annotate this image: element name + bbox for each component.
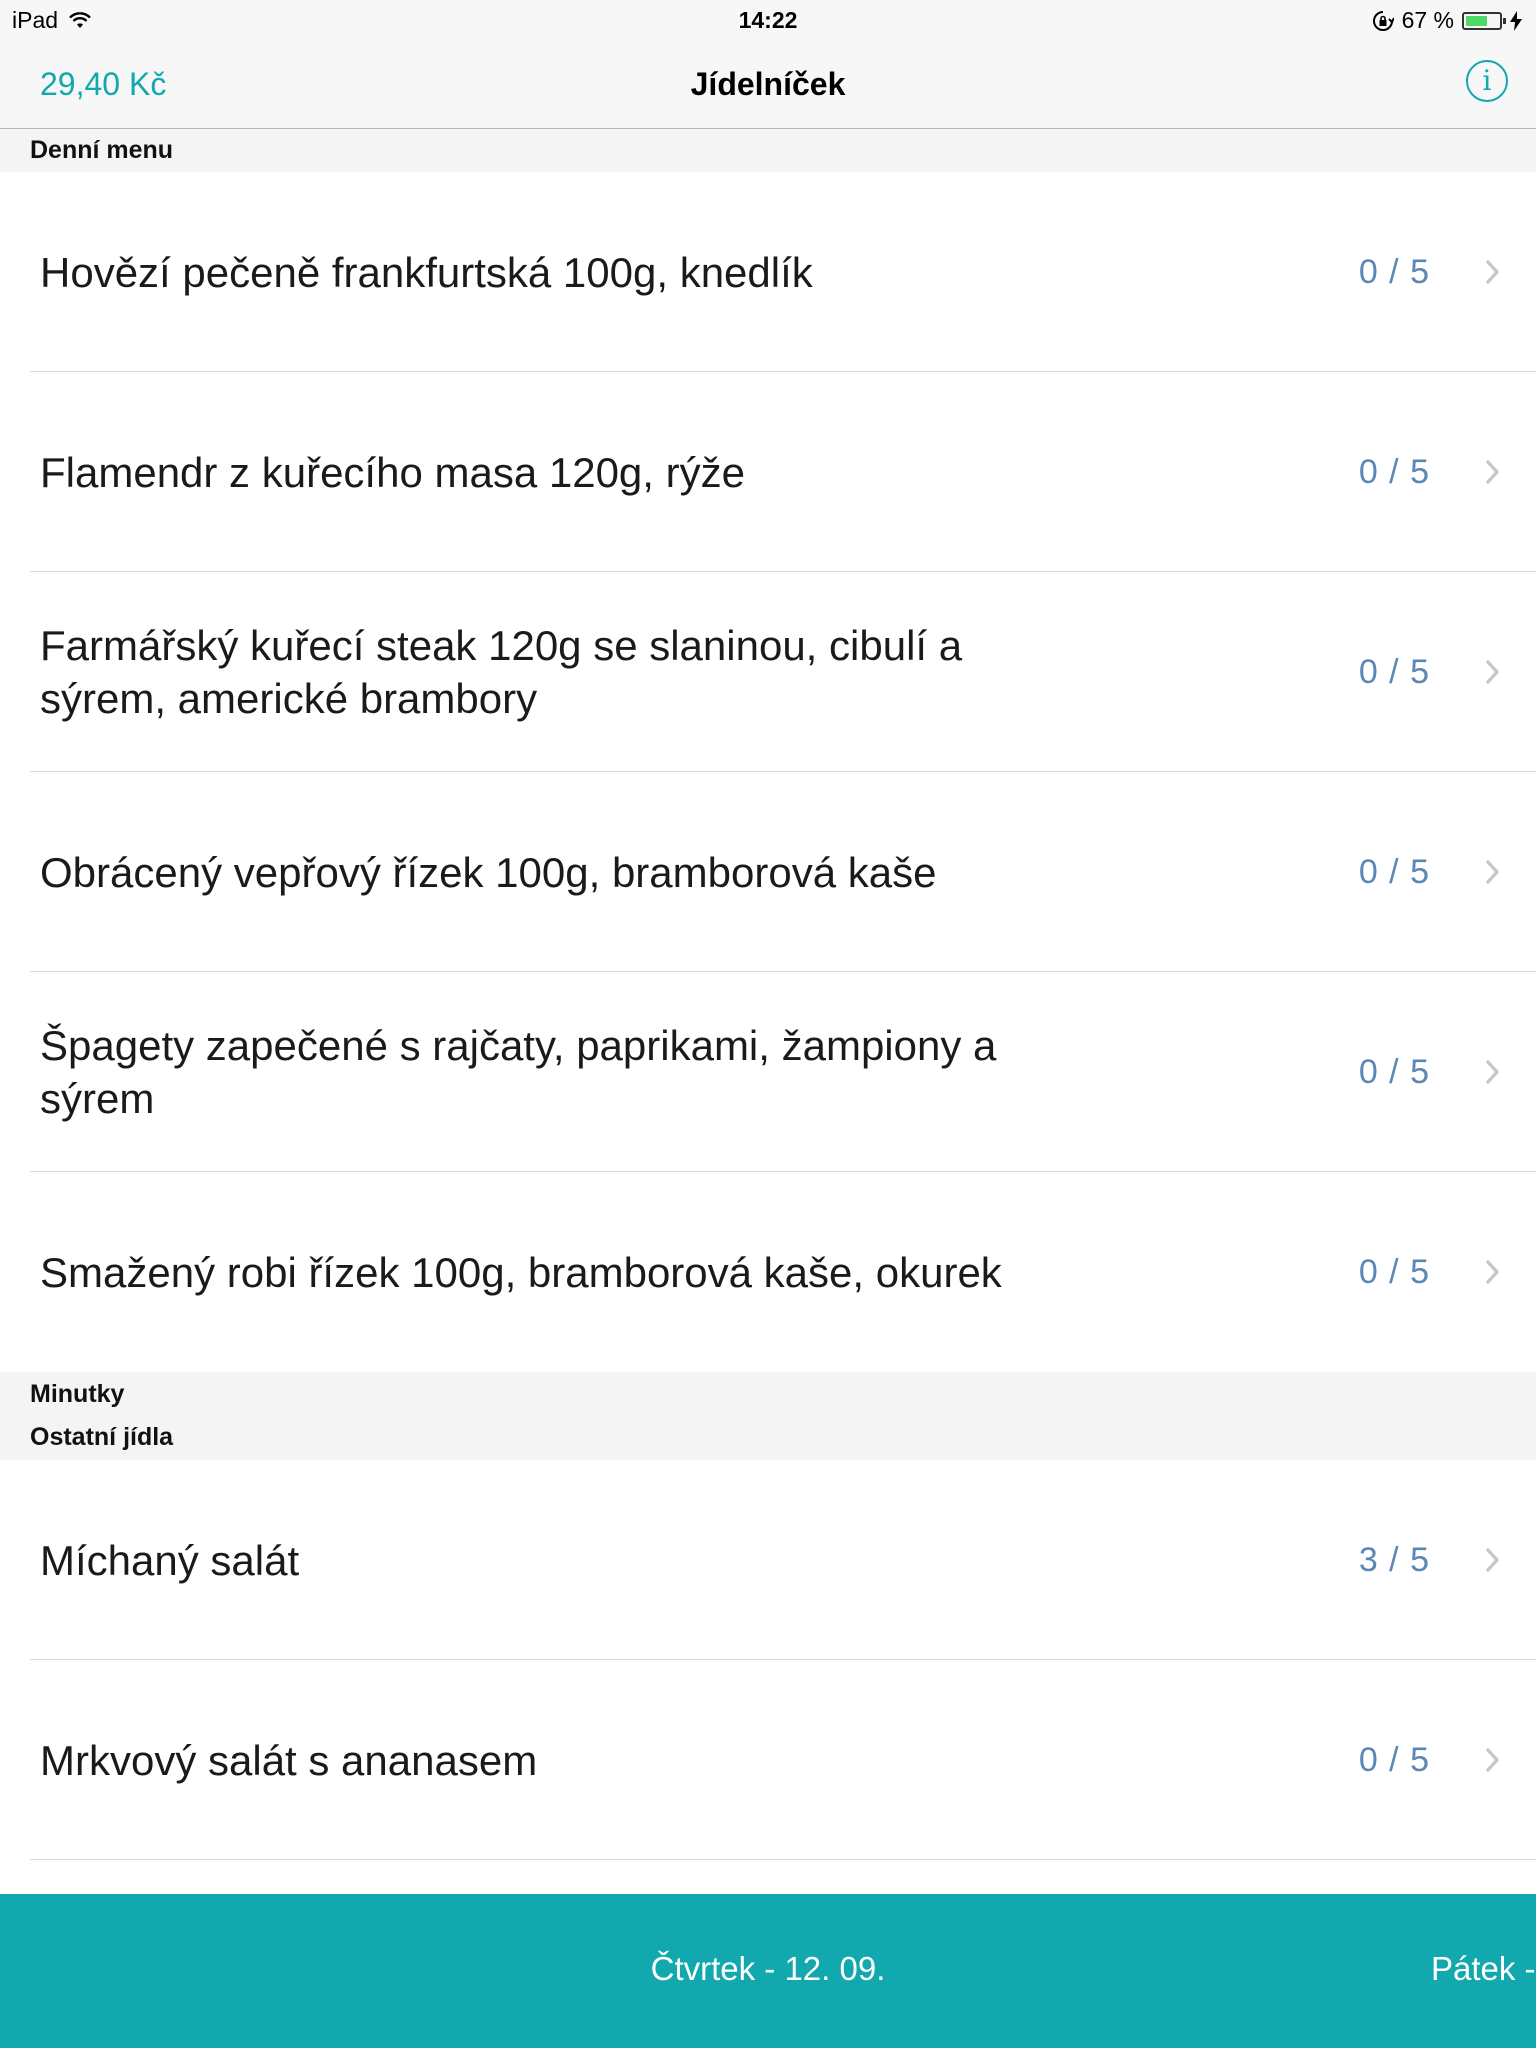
chevron-right-icon [1486, 1060, 1499, 1084]
section-title-other: Ostatní jídla [30, 1423, 174, 1451]
row-divider [30, 1859, 1536, 1860]
battery-percent: 67 % [1401, 7, 1454, 33]
info-icon[interactable]: i [1466, 60, 1508, 102]
chevron-right-icon [1486, 660, 1499, 684]
menu-item-row[interactable]: Hovězí pečeně frankfurtská 100g, knedlík… [0, 172, 1536, 372]
menu-item-count: 3 / 5 [1358, 1540, 1430, 1579]
battery-nub [1503, 17, 1506, 24]
menu-item-count: 0 / 5 [1358, 1740, 1430, 1779]
menu-item-count: 0 / 5 [1358, 452, 1430, 491]
menu-item-name: Obrácený vepřový řízek 100g, bramborová … [40, 848, 937, 896]
chevron-right-icon [1486, 1260, 1499, 1284]
menu-item-name: Mrkvový salát s ananasem [40, 1736, 538, 1784]
next-day-button[interactable]: Pátek - 13. 09. [1431, 1950, 1536, 1988]
status-bar: iPad 14:22 67 % [0, 0, 1536, 40]
status-right: 67 % [1372, 7, 1522, 34]
chevron-right-icon [1486, 1548, 1499, 1572]
menu-item-name: Smažený robi řízek 100g, bramborová kaše… [40, 1248, 1002, 1296]
bolt-icon [1510, 10, 1522, 31]
menu-item-row[interactable]: Flamendr z kuřecího masa 120g, rýže 0 / 5 [0, 372, 1536, 572]
current-day-label: Čtvrtek - 12. 09. [650, 1950, 886, 1987]
battery-icon [1462, 11, 1506, 30]
menu-item-count: 0 / 5 [1358, 1052, 1430, 1091]
menu-item-name: Hovězí pečeně frankfurtská 100g, knedlík [40, 248, 813, 296]
chevron-right-icon [1486, 460, 1499, 484]
menu-item-row[interactable]: Farmářský kuřecí steak 120g se slaninou,… [0, 572, 1536, 772]
chevron-right-icon [1486, 1748, 1499, 1772]
chevron-right-icon [1486, 260, 1499, 284]
page-title: Jídelníček [690, 66, 846, 102]
menu-item-name: Špagety zapečené s rajčaty, paprikami, ž… [40, 1022, 997, 1122]
menu-item-name: Flamendr z kuřecího masa 120g, rýže [40, 448, 745, 496]
menu-item-row[interactable]: Mrkvový salát s ananasem 0 / 5 [0, 1660, 1536, 1860]
battery-level [1466, 15, 1488, 26]
navigation-bar: 29,40 Kč Jídelníček i [0, 40, 1536, 129]
menu-item-row[interactable]: Špagety zapečené s rajčaty, paprikami, ž… [0, 972, 1536, 1172]
day-navigation-bar: Čtvrtek - 12. 09. Pátek - 13. 09. [0, 1894, 1536, 2048]
menu-item-row[interactable]: Smažený robi řízek 100g, bramborová kaše… [0, 1172, 1536, 1372]
menu-item-row[interactable]: Míchaný salát 3 / 5 [0, 1460, 1536, 1660]
section-header-daily: Denní menu [0, 129, 1536, 172]
menu-item-name: Farmářský kuřecí steak 120g se slaninou,… [40, 622, 963, 722]
section-header-other: Minutky Ostatní jídla [0, 1372, 1536, 1460]
menu-item-row[interactable]: Obrácený vepřový řízek 100g, bramborová … [0, 772, 1536, 972]
rotation-lock-icon [1372, 10, 1394, 31]
section-title: Denní menu [30, 136, 174, 164]
menu-item-count: 0 / 5 [1358, 852, 1430, 891]
menu-item-count: 0 / 5 [1358, 652, 1430, 691]
menu-item-count: 0 / 5 [1358, 252, 1430, 291]
section-title-minutky: Minutky [30, 1380, 125, 1408]
menu-item-count: 0 / 5 [1358, 1252, 1430, 1291]
status-time: 14:22 [738, 7, 798, 33]
chevron-right-icon [1486, 860, 1499, 884]
menu-item-name: Míchaný salát [40, 1536, 300, 1584]
